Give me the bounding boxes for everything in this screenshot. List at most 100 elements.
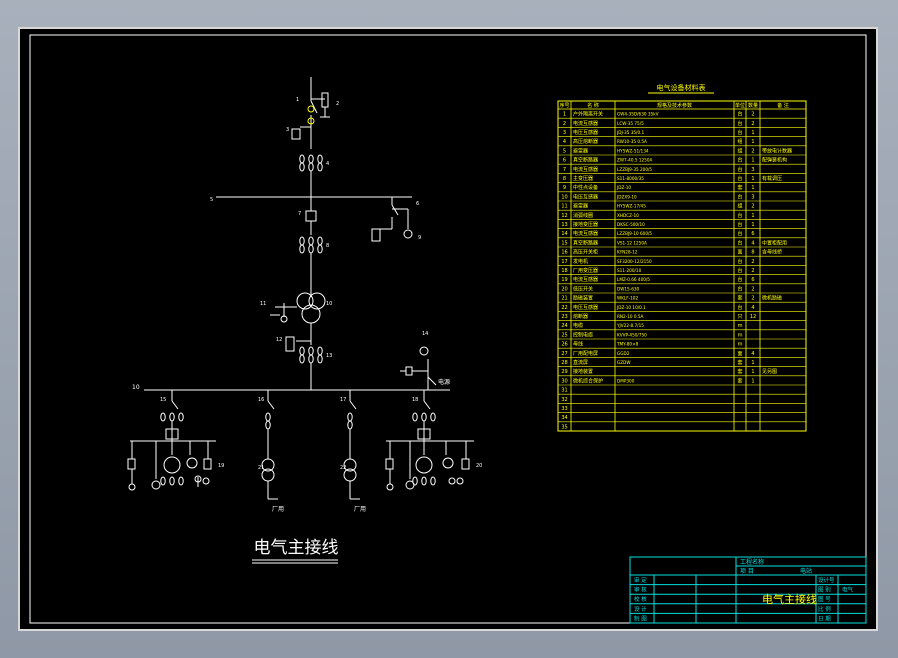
table-cell: 1 (751, 130, 754, 136)
table-cell: 电压互感器 (573, 193, 598, 200)
table-cell: DMP300 (617, 378, 635, 383)
table-cell: 14 (561, 231, 567, 237)
table-cell: 1 (751, 139, 754, 145)
table-cell: 台 (737, 285, 742, 292)
table-cell: 7 (563, 167, 566, 173)
table-cell: 30 (561, 378, 567, 384)
table-cell: SF3200-12/2150 (617, 259, 652, 264)
table-cell: 20 (561, 286, 567, 292)
table-cell: 1 (751, 222, 754, 228)
table-cell: 28 (561, 360, 567, 366)
table-cell: m (738, 332, 743, 338)
table-cell: 台 (737, 166, 742, 173)
table-cell: 5 (563, 148, 566, 154)
ref-num: 15 (160, 397, 166, 403)
table-cell: 套 (737, 295, 742, 302)
ref-num: 6 (416, 201, 419, 207)
ref-num: 3 (286, 127, 289, 133)
table-cell: 15 (561, 240, 567, 246)
table-cell: 16 (561, 250, 567, 256)
table-cell: KYN28-12 (617, 250, 638, 255)
table-cell: 1 (751, 158, 754, 164)
table-cell: 8 (751, 250, 754, 256)
table-cell: 2 (751, 286, 754, 292)
table-cell: 2 (751, 204, 754, 210)
table-cell: 台 (737, 111, 742, 118)
tb-left-label: 审 核 (634, 586, 647, 594)
table-cell: m (738, 342, 743, 348)
table-cell: 电流互感器 (573, 230, 598, 237)
table-cell: GW4-35D/630 35kV (617, 112, 659, 117)
table-cell: 3 (563, 130, 566, 136)
table-cell: 19 (561, 277, 567, 283)
table-header-cell: 备 注 (777, 102, 789, 109)
cad-viewport[interactable]: 10 电源 厂用 厂用 1 2 3 4 5 6 7 8 9 10 11 12 1… (0, 0, 898, 658)
feeder-label-1: 厂用 (272, 506, 284, 513)
table-cell: JDZ-10 10/0.1 (616, 305, 646, 310)
single-line-schematic (127, 77, 474, 500)
ref-num: 16 (258, 397, 264, 403)
table-cell: GGD2 (617, 351, 630, 356)
table-cell: 2 (751, 148, 754, 154)
table-cell: 高压熔断器 (573, 138, 598, 145)
ref-num: 18 (412, 397, 418, 403)
table-cell: 2 (751, 296, 754, 302)
table-cell: 带放电计数器 (762, 147, 792, 154)
table-cell: 接地装置 (573, 368, 593, 375)
table-title: 电气设备材料表 (657, 83, 706, 92)
feeder-label-2: 厂用 (354, 506, 366, 513)
table-cell: 高压开关柜 (573, 249, 598, 256)
table-cell: 电流互感器 (573, 276, 598, 283)
table-cell: LZZBJ9-35 200/5 (617, 167, 652, 172)
table-cell: 1 (751, 369, 754, 375)
table-cell: 32 (561, 397, 567, 403)
table-cell: ZW7-40.5 1250A (617, 158, 652, 163)
table-cell: 1 (751, 213, 754, 219)
table-cell: 有载调压 (762, 175, 782, 182)
drawing-sheet[interactable]: 10 电源 厂用 厂用 1 2 3 4 5 6 7 8 9 10 11 12 1… (18, 27, 878, 631)
table-cell: 台 (737, 157, 742, 164)
table-cell: 中性点设备 (573, 184, 598, 191)
table-cell: 台 (737, 304, 742, 311)
table-cell: 套 (737, 359, 742, 366)
table-cell: TMY-80×8 (616, 342, 639, 347)
title-block-left-labels: 审 定 审 核 校 核 设 计 制 图 (634, 576, 647, 622)
ref-num: 17 (340, 397, 346, 403)
table-cell: 2 (751, 112, 754, 118)
table-cell: 22 (561, 305, 567, 311)
table-cell: 台 (737, 193, 742, 200)
table-cell: 1 (751, 360, 754, 366)
table-cell: 只 (737, 314, 742, 320)
ref-num: 22 (340, 465, 346, 471)
table-cell: WKLF-102 (617, 296, 638, 301)
table-cell: 12 (750, 314, 756, 320)
ref-num: 13 (326, 353, 332, 359)
ref-num: 21 (258, 465, 264, 471)
item-label: 项 目 (740, 568, 754, 575)
table-cell: 24 (561, 323, 567, 329)
table-cell: 户外隔离开关 (573, 111, 603, 118)
table-cell: 台 (737, 276, 742, 283)
table-cell: 组 (737, 138, 742, 145)
table-cell: 熔断器 (573, 313, 588, 320)
table-cell: S11-200/10 (617, 268, 642, 273)
ref-num: 7 (298, 211, 301, 217)
table-cell: 微机励磁 (762, 295, 782, 302)
table-cell: 13 (561, 222, 567, 228)
tb-right-label: 设计号 (818, 576, 835, 584)
table-cell: 9 (563, 185, 566, 191)
tb-right-label: 比 例 (818, 605, 831, 613)
table-cell: 12 (561, 213, 567, 219)
table-cell: 台 (737, 258, 742, 265)
table-cell: 2 (751, 121, 754, 127)
ref-num: 4 (326, 161, 329, 167)
table-cell: 电流互感器 (573, 166, 598, 173)
tb-left-label: 校 核 (634, 595, 647, 603)
reference-numbers: 1 2 3 4 5 6 7 8 9 10 11 12 13 14 15 16 1… (160, 97, 482, 471)
table-cell: 套 (737, 377, 742, 384)
table-cell: 见另图 (762, 369, 777, 375)
table-cell: 25 (561, 332, 567, 338)
table-cell: 控制电缆 (573, 331, 593, 338)
table-cell: 台 (737, 175, 742, 182)
table-header-cell: 序号 (559, 102, 569, 109)
